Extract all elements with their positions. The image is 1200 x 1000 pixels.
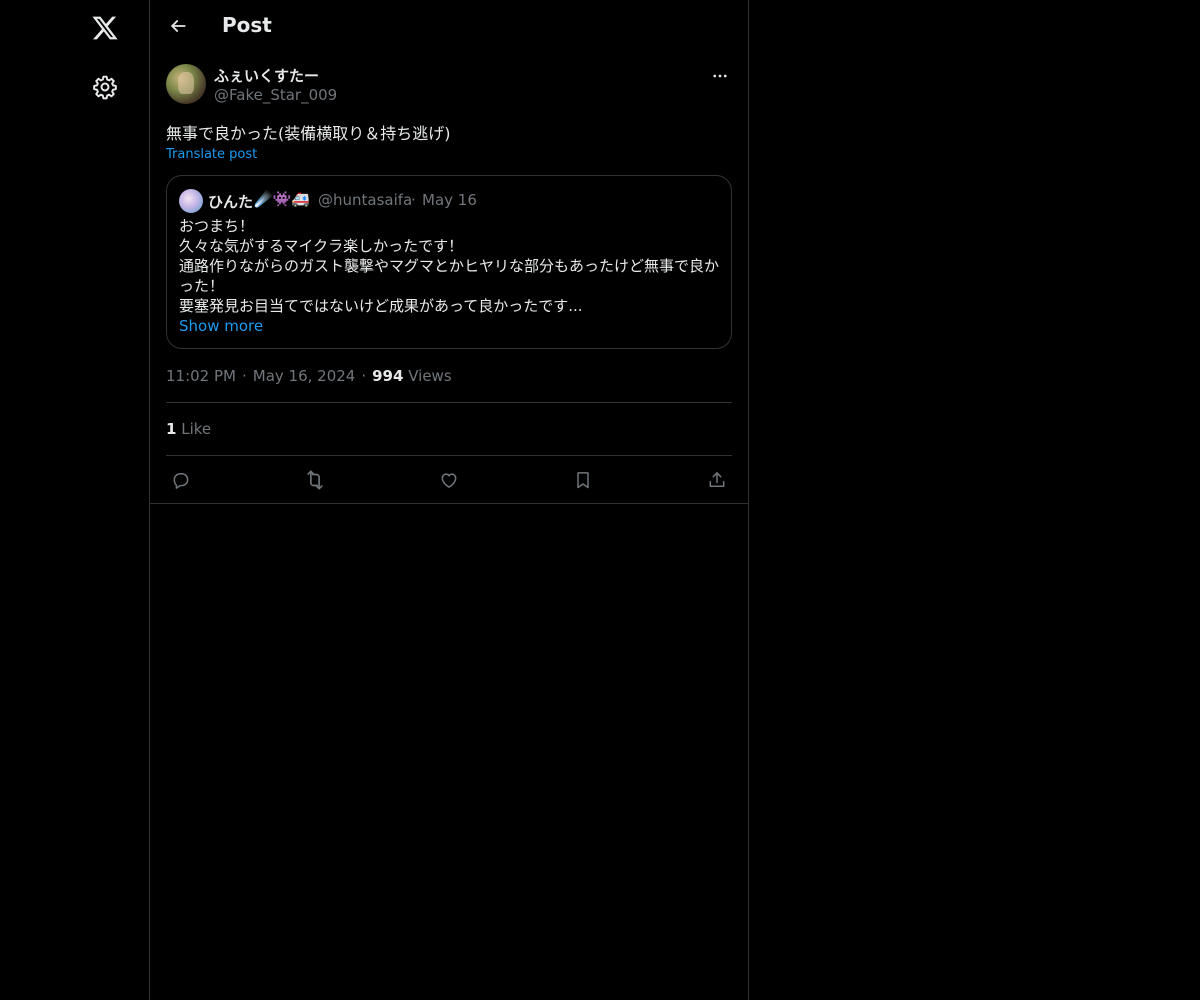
repost-icon	[307, 470, 323, 490]
reply-button[interactable]	[166, 465, 196, 495]
share-button[interactable]	[702, 465, 732, 495]
reply-icon	[173, 473, 189, 489]
gear-icon[interactable]	[85, 67, 125, 107]
left-navigation	[0, 0, 150, 1000]
repost-button[interactable]	[300, 465, 330, 495]
quote-avatar	[179, 189, 203, 213]
quote-line: った！	[179, 277, 225, 295]
heart-icon	[441, 473, 457, 488]
views-count: 994	[372, 367, 404, 385]
action-bar	[166, 465, 732, 495]
views-label: Views	[408, 367, 452, 385]
back-button[interactable]	[160, 8, 196, 44]
post-metadata: 11:02 PM · May 16, 2024 · 994 Views	[166, 367, 452, 385]
post-detail-column: Post ふぇいくすたー @Fake_Star_009 無事で良かった(装備横取…	[149, 0, 749, 1000]
like-count: 1	[166, 420, 177, 438]
quote-date: May 16	[422, 191, 477, 209]
divider	[166, 455, 732, 456]
page-title: Post	[222, 13, 272, 37]
meta-separator: ·	[361, 367, 367, 385]
x-logo-icon[interactable]	[85, 8, 125, 48]
post-time[interactable]: 11:02 PM	[166, 367, 236, 385]
quote-separator: ·	[411, 191, 416, 209]
author-name[interactable]: ふぇいくすたー	[214, 65, 319, 86]
quoted-post[interactable]: ひんた ☄️👾🚑 @huntasaifa · May 16 おつまち！ 久々な気…	[166, 175, 732, 349]
translate-post-link[interactable]: Translate post	[166, 147, 257, 162]
more-horizontal-icon	[713, 74, 727, 78]
show-more-link[interactable]: Show more	[179, 317, 263, 335]
arrow-left-icon	[171, 20, 186, 32]
quote-line: 久々な気がするマイクラ楽しかったです！	[179, 237, 464, 255]
author-handle[interactable]: @Fake_Star_009	[214, 86, 337, 104]
divider	[166, 402, 732, 403]
post-date[interactable]: May 16, 2024	[253, 367, 356, 385]
quote-line: 通路作りながらのガスト襲撃やマグマとかヒヤリな部分もあったけど無事で良か	[179, 257, 720, 275]
quote-text: おつまち！ 久々な気がするマイクラ楽しかったです！ 通路作りながらのガスト襲撃や…	[179, 216, 724, 316]
avatar[interactable]	[166, 64, 206, 104]
divider	[150, 503, 748, 504]
quote-author-name: ひんた	[208, 193, 254, 211]
like-label: Like	[181, 420, 212, 438]
meta-separator: ·	[241, 367, 247, 385]
quote-line: おつまち！	[179, 217, 255, 235]
like-button[interactable]	[434, 465, 464, 495]
likes-summary[interactable]: 1 Like	[166, 420, 211, 438]
quote-line: 要塞発見お目当てではないけど成果があって良かったです...	[179, 297, 583, 315]
more-options-button[interactable]	[708, 64, 732, 88]
share-icon	[709, 472, 725, 487]
bookmark-button[interactable]	[568, 465, 598, 495]
quote-author-emojis: ☄️👾🚑	[254, 190, 311, 208]
post-text: 無事で良かった(装備横取り＆持ち逃げ)	[166, 124, 451, 143]
quote-author-handle: @huntasaifa	[318, 191, 413, 209]
page-header: Post	[150, 0, 748, 53]
bookmark-icon	[577, 472, 589, 489]
